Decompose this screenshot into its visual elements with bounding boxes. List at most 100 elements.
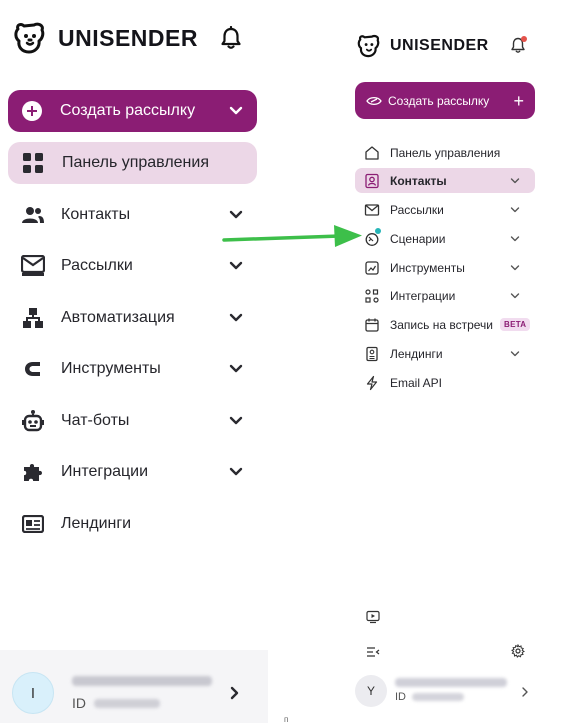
plus-icon[interactable]: +: [513, 92, 524, 110]
sidebar-item-integrations[interactable]: Интеграции: [355, 283, 535, 308]
sidebar-item-landings[interactable]: Лендинги: [355, 341, 535, 366]
user-id: ID: [395, 691, 464, 703]
collapse-menu-icon[interactable]: [366, 645, 380, 659]
user-id-label: ID: [72, 695, 86, 711]
sidebar-item-appointments[interactable]: Запись на встречи BETA: [355, 312, 535, 337]
logo[interactable]: UNISENDER: [356, 33, 489, 59]
sidebar-item-campaigns[interactable]: Рассылки: [0, 246, 268, 286]
hierarchy-icon: [21, 306, 45, 330]
chevron-down-icon[interactable]: [229, 261, 243, 271]
sidebar-item-email-api[interactable]: Email API: [355, 370, 535, 395]
chevron-down-icon[interactable]: [229, 210, 243, 220]
sidebar-item-dashboard[interactable]: Панель управления: [8, 142, 257, 184]
old-sidebar: UNISENDER Создать рассылку Панель управл…: [0, 0, 268, 723]
logo-text: UNISENDER: [58, 24, 198, 51]
sidebar-item-integrations[interactable]: Интеграции: [0, 452, 268, 492]
chevron-down-icon[interactable]: [229, 364, 243, 374]
annotation-arrow: [222, 225, 362, 247]
chevron-down-icon[interactable]: [510, 264, 520, 272]
puzzle-icon: [21, 460, 45, 484]
tools-icon: [364, 260, 380, 276]
chevron-right-icon[interactable]: [230, 686, 240, 700]
chevron-down-icon[interactable]: [510, 177, 520, 185]
sidebar-item-tools[interactable]: Инструменты: [355, 255, 535, 280]
envelope-icon: [364, 202, 380, 218]
new-sidebar: UNISENDER Создать рассылку + Панель упра…: [344, 0, 567, 723]
redacted-id: [412, 693, 464, 701]
video-tutorial-icon[interactable]: [366, 610, 380, 624]
integrations-icon: [364, 288, 380, 304]
sidebar-item-scenarios[interactable]: Сценарии: [355, 226, 535, 251]
home-icon: [364, 145, 380, 161]
send-eye-icon: [366, 96, 382, 105]
sidebar-item-label: Сценарии: [390, 231, 446, 246]
user-id-label: ID: [395, 691, 406, 703]
sidebar-item-campaigns[interactable]: Рассылки: [355, 197, 535, 222]
sidebar-item-label: Интеграции: [390, 288, 456, 303]
redacted-email: [395, 678, 507, 687]
notification-dot: [521, 36, 527, 42]
logo[interactable]: UNISENDER: [12, 20, 198, 56]
users-icon: [21, 203, 45, 227]
sidebar-item-label: Автоматизация: [61, 309, 175, 326]
contact-card-icon: [364, 173, 380, 189]
landing-icon: [21, 512, 45, 536]
sidebar-item-chatbots[interactable]: Чат-боты: [0, 401, 268, 441]
dog-logo-icon: [14, 22, 45, 54]
sidebar-item-label: Интеграции: [61, 463, 149, 480]
magnet-icon: [21, 357, 45, 381]
sidebar-item-tools[interactable]: Инструменты: [0, 349, 268, 389]
dashboard-label: Панель управления: [62, 154, 209, 171]
sidebar-item-label: Запись на встречи: [390, 317, 493, 332]
avatar-letter: Y: [366, 684, 375, 698]
avatar[interactable]: Y: [355, 675, 387, 707]
sidebar-item-label: Рассылки: [390, 202, 444, 217]
chevron-down-icon[interactable]: [229, 416, 243, 426]
create-campaign-label: Создать рассылку: [388, 93, 490, 108]
mail-icon: [21, 254, 45, 278]
chevron-down-icon[interactable]: [510, 350, 520, 358]
chevron-down-icon[interactable]: [510, 235, 520, 243]
redacted-email: [72, 676, 212, 686]
sidebar-item-contacts[interactable]: Контакты: [355, 168, 535, 193]
sidebar-item-label: Лендинги: [61, 515, 132, 532]
sidebar-item-label: Рассылки: [61, 257, 133, 274]
create-campaign-button[interactable]: Создать рассылку +: [355, 82, 535, 119]
robot-icon: [21, 409, 45, 433]
sidebar-item-label: Контакты: [61, 206, 131, 223]
grid-icon: [23, 153, 43, 173]
create-campaign-label: Создать рассылку: [60, 102, 196, 119]
lightning-icon: [364, 375, 380, 391]
chevron-down-icon[interactable]: [510, 206, 520, 214]
sidebar-item-label: Чат-боты: [61, 412, 130, 429]
chevron-down-icon[interactable]: [229, 106, 243, 116]
calendar-icon: [364, 317, 380, 333]
chevron-down-icon[interactable]: [510, 292, 520, 300]
beta-badge: BETA: [500, 318, 531, 331]
user-id: ID: [72, 695, 160, 711]
sidebar-item-landings[interactable]: Лендинги: [0, 504, 268, 544]
sidebar-item-label: Email API: [390, 375, 443, 390]
dog-logo-icon: [357, 34, 380, 58]
new-feature-dot: [375, 228, 381, 234]
sidebar-item-label: Лендинги: [390, 346, 443, 361]
logo-text: UNISENDER: [390, 37, 489, 54]
avatar[interactable]: I: [12, 672, 54, 714]
gear-icon[interactable]: [511, 644, 525, 658]
sidebar-item-label: Контакты: [390, 173, 447, 188]
sidebar-item-label: Инструменты: [390, 260, 465, 275]
plus-circle-icon: [22, 101, 42, 121]
sidebar-item-label: Панель управления: [390, 145, 501, 160]
sidebar-item-automation[interactable]: Автоматизация: [0, 298, 268, 338]
sidebar-item-dashboard[interactable]: Панель управления: [355, 140, 535, 165]
chevron-down-icon[interactable]: [229, 313, 243, 323]
redacted-id: [94, 698, 160, 708]
chevron-down-icon[interactable]: [229, 467, 243, 477]
landing-icon: [364, 346, 380, 362]
avatar-letter: I: [30, 684, 36, 702]
create-campaign-button[interactable]: Создать рассылку: [8, 90, 257, 132]
stray-mark: п: [284, 715, 289, 723]
sidebar-item-label: Инструменты: [61, 360, 161, 377]
bell-icon[interactable]: [220, 26, 242, 50]
chevron-right-icon[interactable]: [521, 686, 529, 698]
